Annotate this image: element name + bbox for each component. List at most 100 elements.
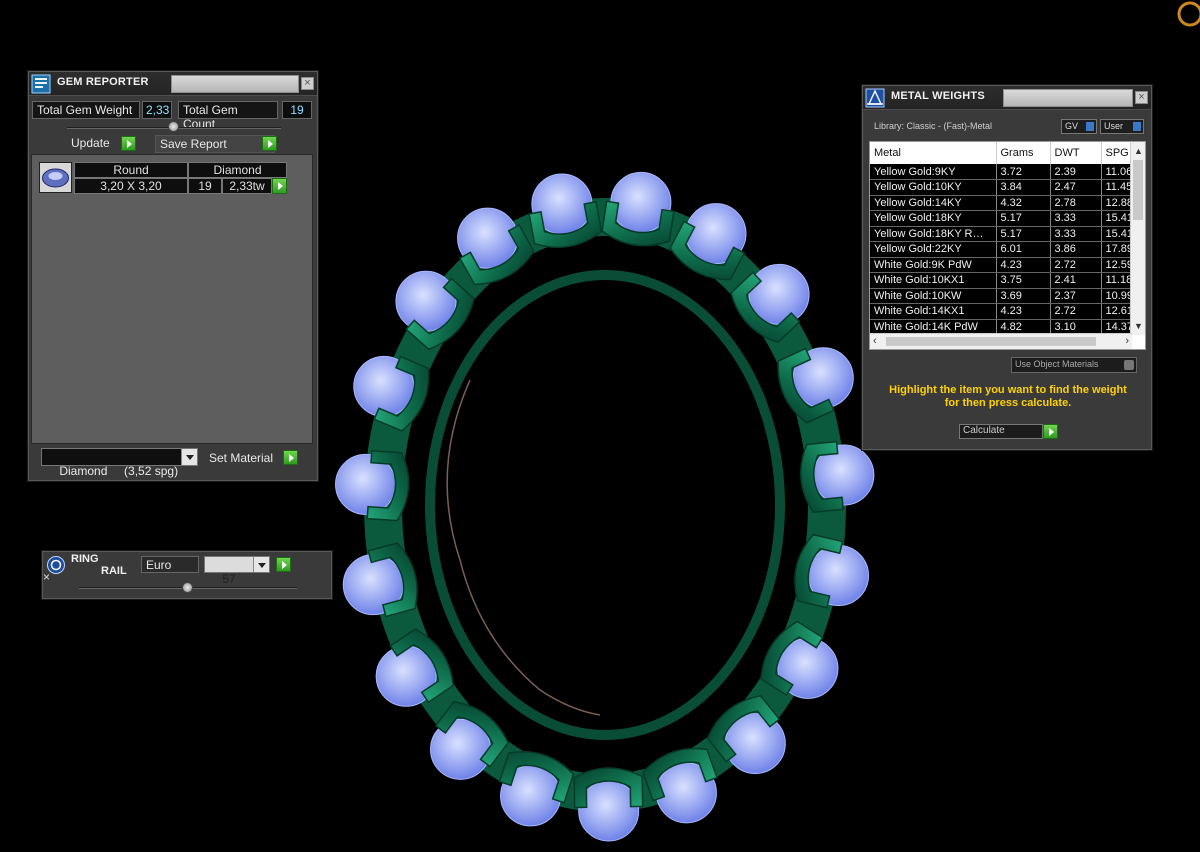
gem-reporter-drag-handle[interactable] — [171, 75, 299, 93]
ring-size-chevron-down-icon[interactable] — [253, 557, 269, 572]
dwt-cell[interactable]: 2.47 — [1050, 179, 1102, 196]
gem-row-go-icon[interactable] — [272, 178, 287, 194]
ring-size-select[interactable]: 57 — [204, 556, 270, 586]
metal-table-row[interactable]: White Gold:9K PdW 4.23 2.72 12.59 — [870, 257, 1133, 273]
hscrollbar-thumb[interactable] — [886, 337, 1096, 346]
user-toggle[interactable]: User — [1100, 119, 1144, 134]
metal-name-cell[interactable]: White Gold:14KX1 — [870, 303, 997, 320]
metal-table-row[interactable]: Yellow Gold:18KY R… 5.17 3.33 15.41 — [870, 226, 1133, 242]
update-go-icon[interactable] — [121, 136, 136, 151]
spg-cell[interactable]: 12.59 — [1101, 257, 1133, 273]
grams-cell[interactable]: 5.17 — [996, 226, 1051, 242]
metal-name-cell[interactable]: White Gold:10KX1 — [870, 272, 997, 289]
gem-reporter-titlebar[interactable]: GEM REPORTER × — [29, 72, 317, 96]
scroll-right-icon[interactable]: › — [1125, 335, 1129, 347]
instruction-line2: for then press calculate. — [944, 397, 1072, 409]
metal-weights-drag-handle[interactable] — [1003, 89, 1133, 107]
metal-name-cell[interactable]: Yellow Gold:22KY — [870, 241, 997, 258]
scroll-down-icon[interactable]: ▼ — [1134, 321, 1143, 331]
metal-table-horizontal-scrollbar[interactable]: ‹ › — [870, 333, 1132, 349]
spg-cell[interactable]: 11.06 — [1101, 164, 1133, 180]
spg-cell[interactable]: 11.18 — [1101, 272, 1133, 289]
spg-cell[interactable]: 12.61 — [1101, 303, 1133, 320]
metal-table-row[interactable]: Yellow Gold:22KY 6.01 3.86 17.89 — [870, 241, 1133, 258]
metal-name-cell[interactable]: Yellow Gold:14KY — [870, 195, 997, 211]
spg-cell[interactable]: 12.88 — [1101, 195, 1133, 211]
calculate-button[interactable]: Calculate — [959, 424, 1043, 439]
material-select-chevron-down-icon[interactable] — [181, 449, 197, 465]
gv-toggle[interactable]: GV — [1061, 119, 1097, 134]
metal-table-row[interactable]: White Gold:10KW 3.69 2.37 10.99 — [870, 288, 1133, 304]
calculate-go-icon[interactable] — [1043, 424, 1058, 439]
metal-weights-titlebar[interactable]: METAL WEIGHTS × — [863, 86, 1151, 110]
grams-cell[interactable]: 4.23 — [996, 303, 1051, 320]
material-select[interactable]: Diamond (3,52 spg) — [41, 448, 198, 478]
metal-name-cell[interactable]: Yellow Gold:10KY — [870, 179, 997, 196]
dwt-cell[interactable]: 2.39 — [1050, 164, 1102, 180]
gem-reporter-slider-knob[interactable] — [168, 121, 179, 132]
spg-cell[interactable]: 11.45 — [1101, 179, 1133, 196]
gv-toggle-indicator-icon — [1086, 122, 1094, 131]
set-material-go-icon[interactable] — [283, 450, 298, 465]
spg-cell[interactable]: 10.99 — [1101, 288, 1133, 304]
dwt-cell[interactable]: 2.72 — [1050, 257, 1102, 273]
spg-column-header[interactable]: SPG — [1101, 142, 1133, 164]
metal-table-row[interactable]: Yellow Gold:18KY 5.17 3.33 15.41 — [870, 210, 1133, 227]
dwt-cell[interactable]: 2.72 — [1050, 303, 1102, 320]
metal-table-row[interactable]: Yellow Gold:14KY 4.32 2.78 12.88 — [870, 195, 1133, 211]
dwt-cell[interactable]: 2.37 — [1050, 288, 1102, 304]
metal-table-vertical-scrollbar[interactable]: ▲ ▼ — [1130, 142, 1145, 335]
metal-name-cell[interactable]: Yellow Gold:18KY R… — [870, 226, 997, 242]
metal-column-header[interactable]: Metal — [870, 142, 997, 164]
grams-cell[interactable]: 4.23 — [996, 257, 1051, 273]
gem-reporter-title: GEM REPORTER — [57, 76, 149, 88]
grams-cell[interactable]: 4.32 — [996, 195, 1051, 211]
metal-table-row[interactable]: White Gold:10KX1 3.75 2.41 11.18 — [870, 272, 1133, 289]
grams-cell[interactable]: 5.17 — [996, 210, 1051, 227]
metal-weights-table[interactable]: Metal Grams DWT SPG Yellow Gold:9KY 3.72 2… — [869, 141, 1146, 350]
ring-rail-go-icon[interactable] — [276, 557, 291, 572]
dwt-cell[interactable]: 2.78 — [1050, 195, 1102, 211]
scroll-up-icon[interactable]: ▲ — [1134, 146, 1143, 156]
dwt-cell[interactable]: 3.33 — [1050, 226, 1102, 242]
scrollbar-thumb[interactable] — [1133, 160, 1143, 220]
metal-table-row[interactable]: Yellow Gold:10KY 3.84 2.47 11.45 — [870, 179, 1133, 196]
update-button-label[interactable]: Update — [71, 136, 110, 150]
gem-size-cell[interactable]: 3,20 X 3,20 — [74, 178, 188, 194]
save-report-go-icon[interactable] — [262, 136, 277, 151]
metal-table-row[interactable]: Yellow Gold:9KY 3.72 2.39 11.06 — [870, 164, 1133, 180]
metal-name-cell[interactable]: White Gold:9K PdW — [870, 257, 997, 273]
grams-cell[interactable]: 3.84 — [996, 179, 1051, 196]
metal-name-cell[interactable]: Yellow Gold:9KY — [870, 164, 997, 180]
metal-name-cell[interactable]: White Gold:10KW — [870, 288, 997, 304]
gem-count-cell[interactable]: 19 — [188, 178, 222, 194]
ring-rail-slider-knob[interactable] — [182, 582, 193, 593]
grams-cell[interactable]: 3.75 — [996, 272, 1051, 289]
ring-rail-title-line1: RING — [71, 553, 99, 565]
save-report-button[interactable]: Save Report — [155, 135, 275, 153]
grams-cell[interactable]: 3.69 — [996, 288, 1051, 304]
metal-table-row[interactable]: White Gold:14KX1 4.23 2.72 12.61 — [870, 303, 1133, 320]
set-material-button-label[interactable]: Set Material — [209, 451, 273, 465]
spg-cell[interactable]: 17.89 — [1101, 241, 1133, 258]
dwt-column-header[interactable]: DWT — [1050, 142, 1102, 164]
dwt-cell[interactable]: 2.41 — [1050, 272, 1102, 289]
ring-size-standard-field[interactable]: Euro — [141, 556, 199, 573]
dwt-cell[interactable]: 3.86 — [1050, 241, 1102, 258]
grams-cell[interactable]: 6.01 — [996, 241, 1051, 258]
metal-weights-panel: METAL WEIGHTS × Library: Classic - (Fast… — [862, 85, 1152, 450]
dwt-cell[interactable]: 3.33 — [1050, 210, 1102, 227]
grams-cell[interactable]: 3.72 — [996, 164, 1051, 180]
spg-cell[interactable]: 15.41 — [1101, 210, 1133, 227]
scroll-left-icon[interactable]: ‹ — [873, 335, 877, 347]
gem-reporter-close-icon[interactable]: × — [301, 77, 314, 90]
gem-list[interactable]: Round Diamond 3,20 X 3,20 19 2,33tw — [31, 154, 313, 444]
ring-model[interactable] — [335, 171, 875, 842]
grams-column-header[interactable]: Grams — [996, 142, 1051, 164]
save-report-button-label[interactable]: Save Report — [160, 137, 227, 151]
metal-name-cell[interactable]: Yellow Gold:18KY — [870, 210, 997, 227]
spg-cell[interactable]: 15.41 — [1101, 226, 1133, 242]
use-object-materials-toggle[interactable]: Use Object Materials — [1011, 357, 1137, 373]
metal-weights-close-icon[interactable]: × — [1135, 91, 1148, 104]
gem-weight-cell[interactable]: 2,33tw — [222, 178, 272, 194]
